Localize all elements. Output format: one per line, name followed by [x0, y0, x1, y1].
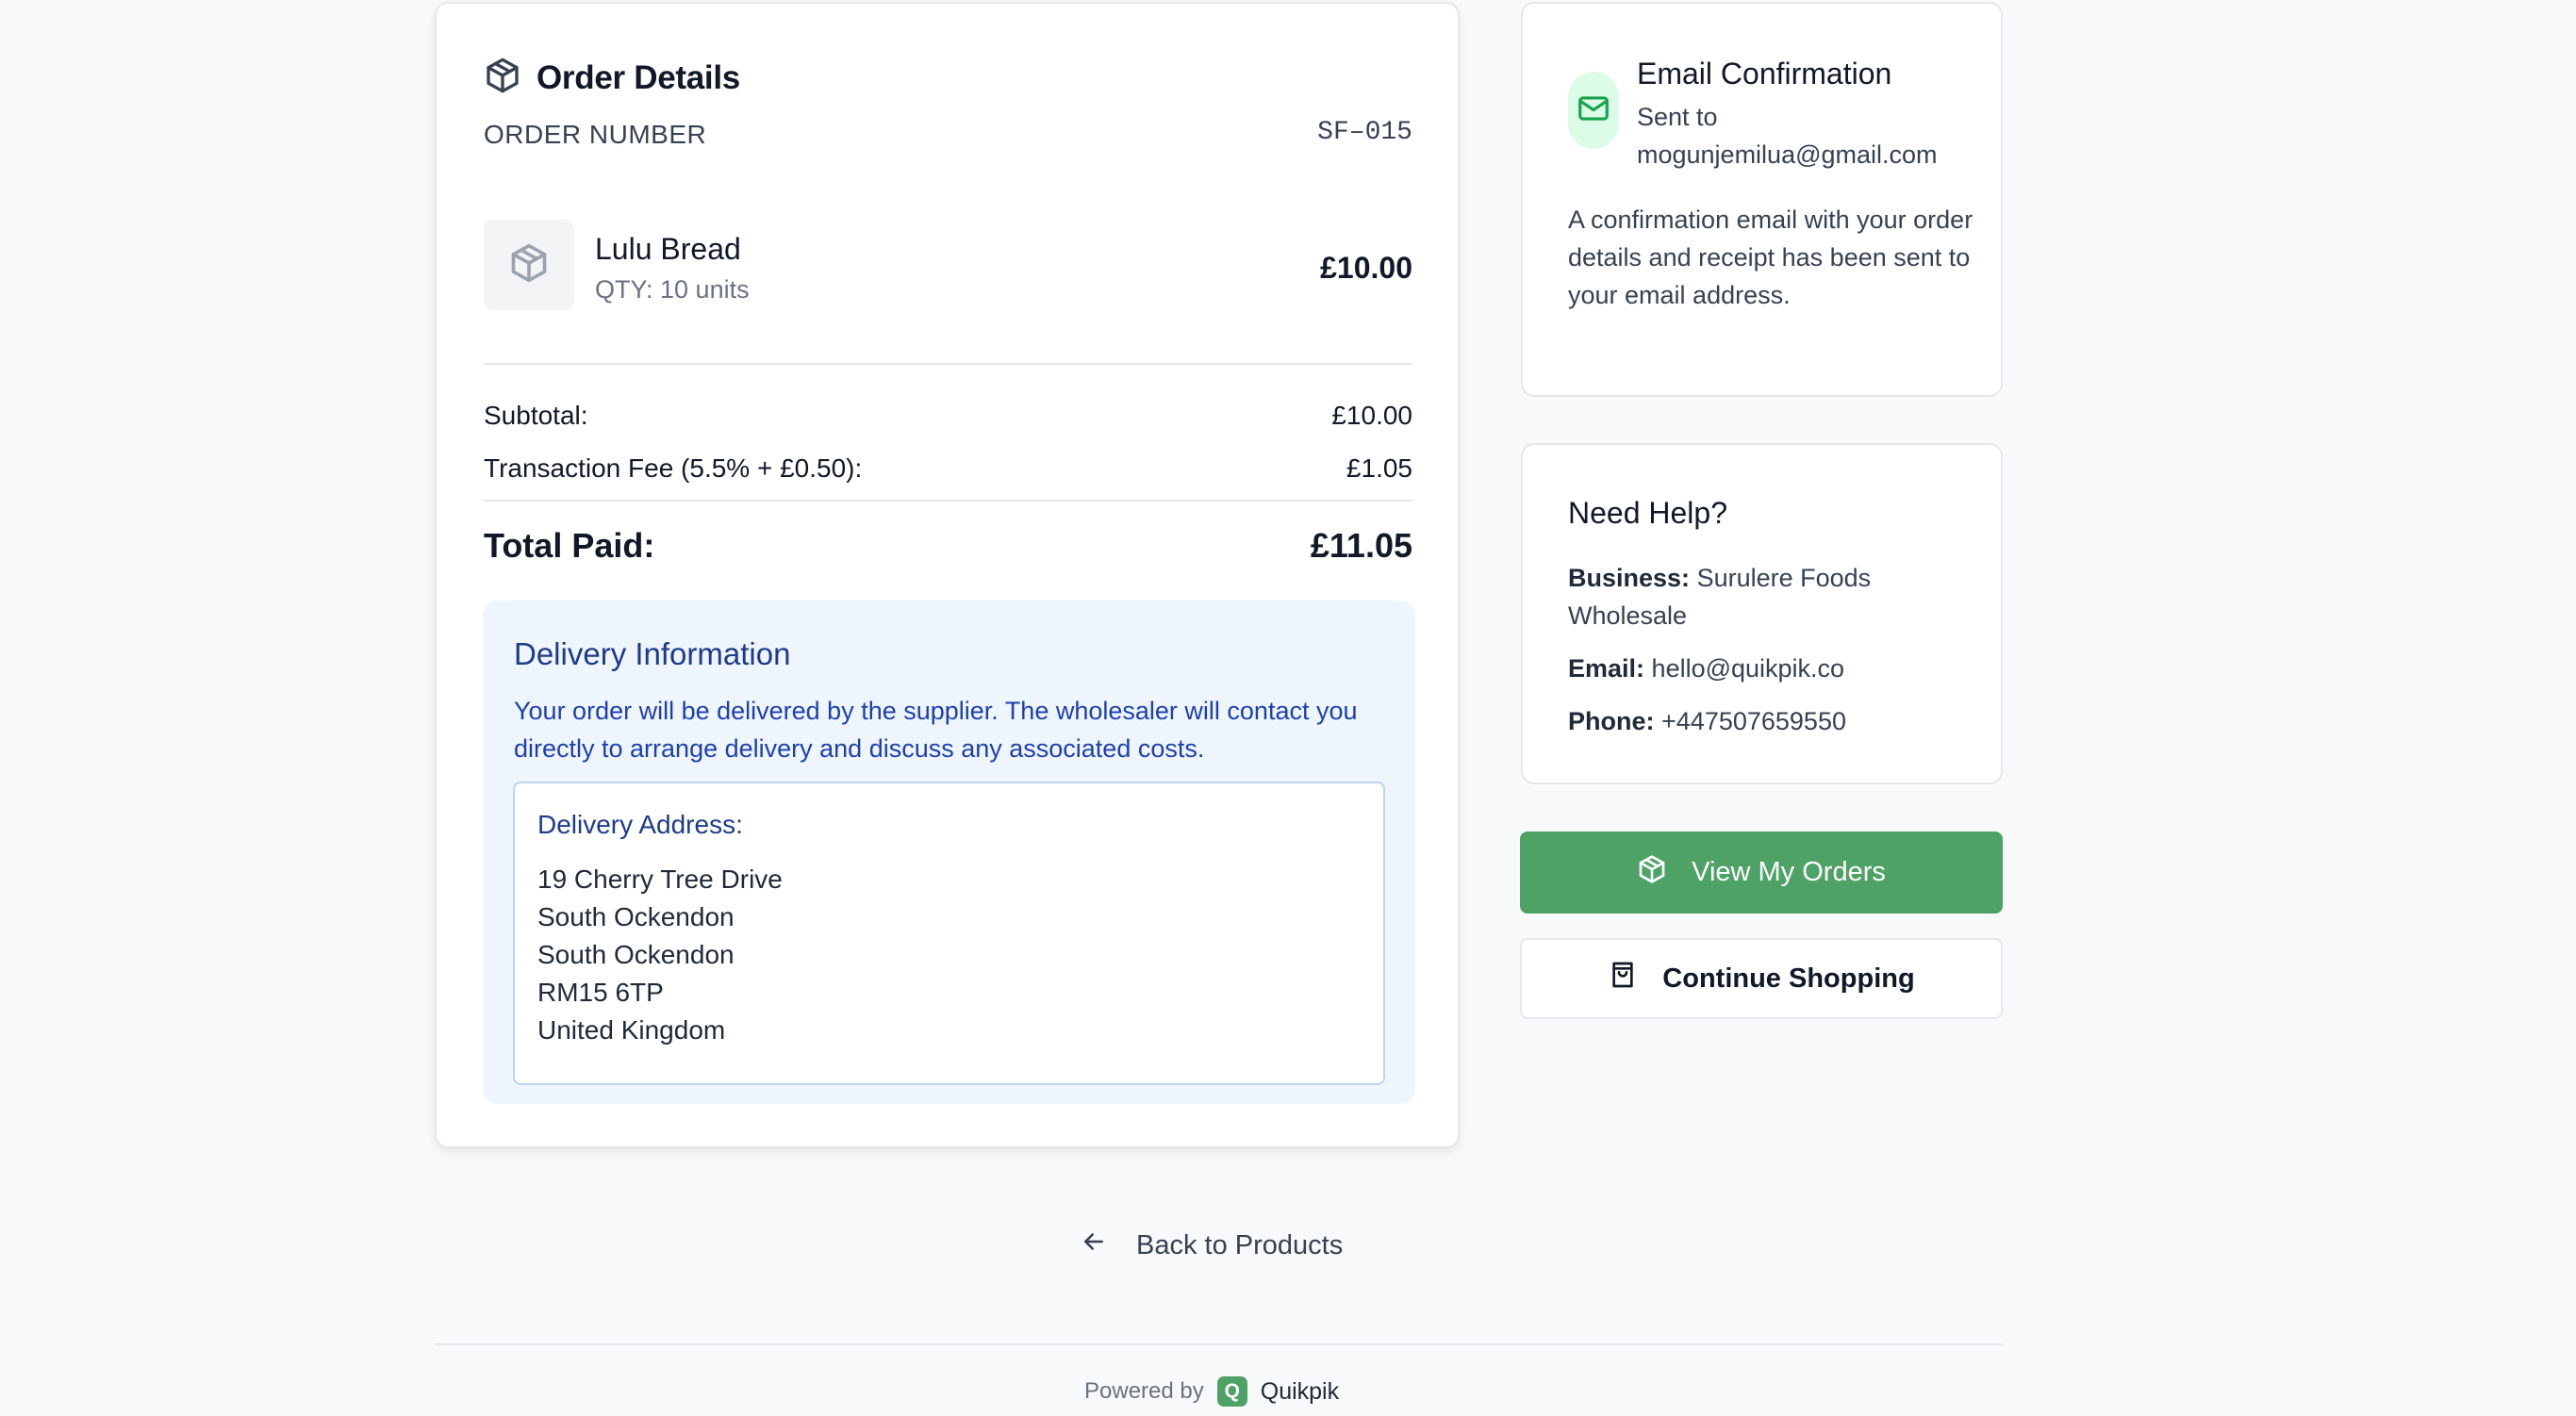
quikpik-logo-icon: Q	[1216, 1376, 1247, 1407]
product-name: Lulu Bread	[595, 232, 741, 266]
mail-icon	[1576, 91, 1611, 131]
email-address: mogunjemilua@gmail.com	[1637, 140, 1938, 169]
continue-shopping-button[interactable]: Continue Shopping	[1520, 938, 2003, 1019]
delivery-address-label: Delivery Address:	[537, 810, 743, 839]
address-line: United Kingdom	[537, 1015, 726, 1045]
help-phone: Phone: +447507659550	[1568, 702, 1964, 740]
delivery-address-box: Delivery Address: 19 Cherry Tree Drive S…	[513, 782, 1385, 1085]
help-phone-value[interactable]: +447507659550	[1661, 707, 1846, 735]
subtotal-label: Subtotal:	[484, 401, 588, 430]
delivery-title: Delivery Information	[514, 636, 791, 671]
total-paid-value: £11.05	[1310, 526, 1412, 565]
email-confirmation-title: Email Confirmation	[1637, 57, 1892, 91]
delivery-address: 19 Cherry Tree Drive South Ockendon Sout…	[537, 861, 783, 1049]
continue-shopping-label: Continue Shopping	[1662, 963, 1915, 994]
email-label: Email:	[1568, 654, 1645, 683]
transaction-fee-value: £1.05	[1346, 453, 1412, 483]
view-my-orders-label: View My Orders	[1692, 857, 1886, 887]
divider	[484, 363, 1412, 365]
email-confirmation-card: Email Confirmation Sent to mogunjemilua@…	[1521, 2, 2003, 397]
address-line: RM15 6TP	[537, 978, 664, 1007]
address-line: 19 Cherry Tree Drive	[537, 864, 783, 894]
shopping-bag-icon	[1608, 960, 1638, 997]
package-icon	[484, 57, 521, 99]
need-help-card: Need Help? Business: Surulere Foods Whol…	[1521, 443, 2003, 784]
powered-by-label: Powered by	[1084, 1378, 1204, 1404]
back-to-products-label: Back to Products	[1136, 1229, 1344, 1260]
product-price: £10.00	[1320, 251, 1412, 285]
help-email-value[interactable]: hello@quikpik.co	[1652, 654, 1845, 683]
email-description: A confirmation email with your order det…	[1568, 206, 1973, 309]
quikpik-brand[interactable]: Quikpik	[1261, 1378, 1339, 1406]
order-number-value: SF–015	[1317, 118, 1412, 147]
delivery-info-box: Delivery Information Your order will be …	[483, 601, 1415, 1104]
transaction-fee-label: Transaction Fee (5.5% + £0.50):	[484, 453, 863, 483]
view-my-orders-button[interactable]: View My Orders	[1520, 831, 2003, 914]
mail-icon-badge	[1568, 72, 1619, 149]
order-title: Order Details	[537, 58, 740, 96]
help-email: Email: hello@quikpik.co	[1568, 650, 1964, 687]
total-paid-label: Total Paid:	[484, 526, 655, 565]
product-thumbnail	[484, 220, 574, 310]
subtotal-value: £10.00	[1331, 401, 1412, 430]
order-number-label: ORDER NUMBER	[484, 120, 707, 149]
email-sent-prefix: Sent to	[1637, 103, 1718, 131]
order-details-card: Order Details ORDER NUMBER SF–015 Lulu B…	[435, 2, 1460, 1148]
business-label: Business:	[1568, 564, 1691, 592]
email-sent-to: Sent to mogunjemilua@gmail.com	[1637, 98, 1995, 173]
arrow-left-icon	[1080, 1227, 1108, 1263]
help-title: Need Help?	[1568, 496, 1727, 530]
package-icon	[1637, 854, 1667, 892]
help-business: Business: Surulere Foods Wholesale	[1568, 559, 1964, 634]
order-title-row: Order Details	[484, 57, 740, 99]
back-to-products-link[interactable]: Back to Products	[1080, 1227, 1343, 1263]
powered-by: Powered by Q Quikpik	[1084, 1376, 1339, 1407]
product-quantity: QTY: 10 units	[595, 275, 750, 304]
footer-divider	[435, 1343, 2003, 1345]
address-line: South Ockendon	[537, 940, 735, 969]
phone-label: Phone:	[1568, 707, 1655, 735]
delivery-text: Your order will be delivered by the supp…	[514, 697, 1358, 763]
address-line: South Ockendon	[537, 902, 735, 931]
package-icon	[508, 242, 550, 288]
divider	[484, 500, 1412, 502]
